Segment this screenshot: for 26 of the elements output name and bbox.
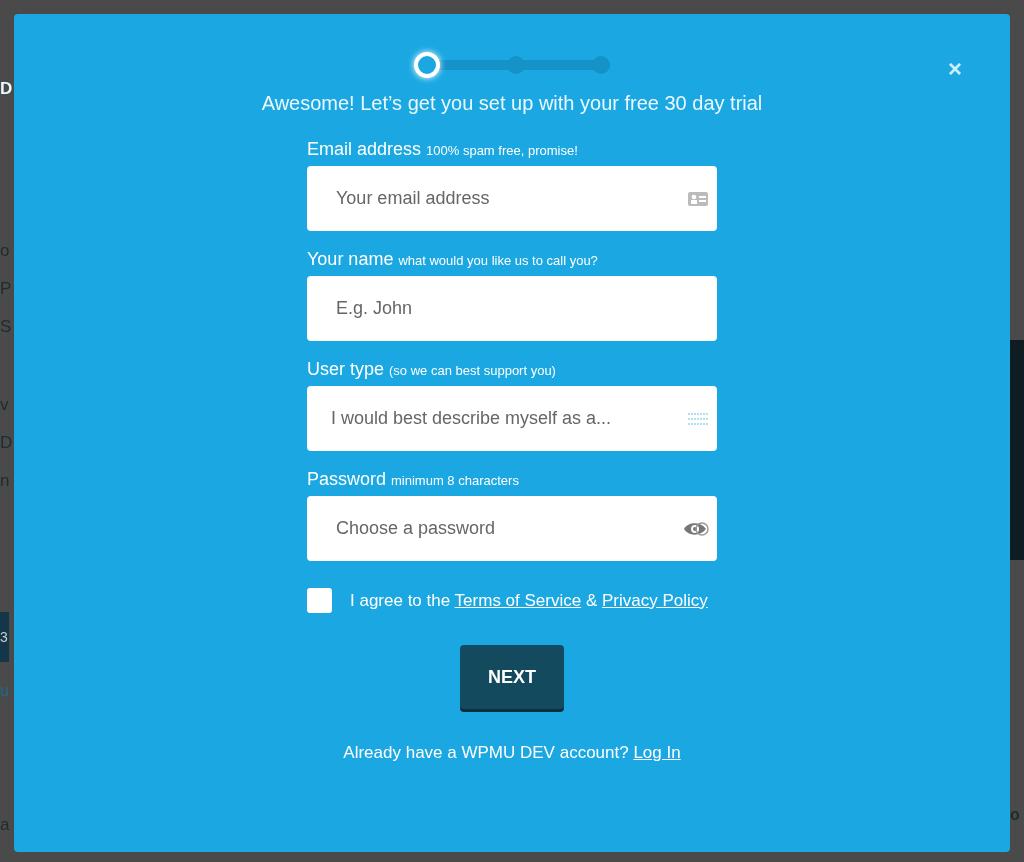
input-field[interactable]: I would best describe myself as a... <box>307 386 717 451</box>
background-text: u <box>0 681 9 701</box>
privacy-link[interactable]: Privacy Policy <box>602 590 708 610</box>
dialog-heading: Awesome! Let’s get you set up with your free 30 day trial <box>261 92 763 115</box>
next-button[interactable]: NEXT <box>460 645 564 709</box>
field-hint: 100% spam free, promise! <box>426 143 578 158</box>
field-hint: minimum 8 characters <box>391 473 519 488</box>
field-label: Your name <box>307 249 394 270</box>
input-field[interactable]: E.g. John <box>307 276 717 341</box>
agree-checkbox[interactable] <box>307 588 332 613</box>
field-hint: (so we can best support you) <box>389 363 556 378</box>
login-link[interactable]: Log In <box>633 743 681 762</box>
background-text: D <box>0 78 13 100</box>
field-hint: what would you like us to call you? <box>398 253 598 268</box>
agree-text: I agree to the Terms of Service & Privacy Policy <box>350 590 708 611</box>
eye-icon[interactable] <box>683 519 709 538</box>
input-field[interactable]: Choose a password <box>307 496 717 561</box>
input-field[interactable]: Your email address <box>307 166 717 231</box>
background-text: 3 <box>0 612 9 662</box>
list-icon <box>687 411 709 426</box>
login-prompt: Already have a WPMU DEV account? Log In <box>343 743 681 763</box>
close-button[interactable]: × <box>944 56 966 82</box>
field-label: User type <box>307 359 385 380</box>
terms-link[interactable]: Terms of Service <box>454 590 582 610</box>
field-label: Password <box>307 469 387 490</box>
field-label: Email address <box>307 139 422 160</box>
